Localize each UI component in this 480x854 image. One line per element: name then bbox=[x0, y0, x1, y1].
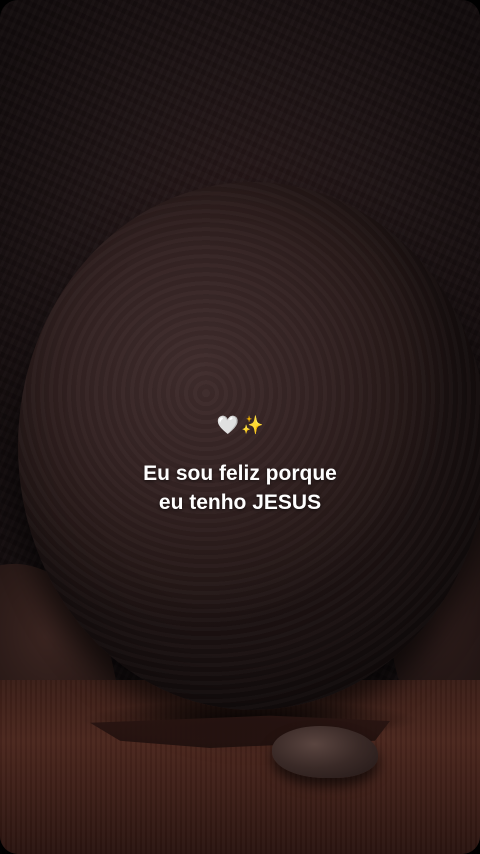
story-frame: 🤍 ✨ Eu sou feliz porque eu tenho JESUS bbox=[0, 0, 480, 854]
caption-overlay: 🤍 ✨ Eu sou feliz porque eu tenho JESUS bbox=[0, 415, 480, 517]
emoji-row: 🤍 ✨ bbox=[217, 415, 264, 437]
white-heart-icon: 🤍 bbox=[216, 415, 239, 436]
sparkles-icon: ✨ bbox=[241, 415, 264, 436]
caption-line-1: Eu sou feliz porque bbox=[143, 462, 337, 485]
caption-line-2: eu tenho JESUS bbox=[158, 491, 322, 514]
